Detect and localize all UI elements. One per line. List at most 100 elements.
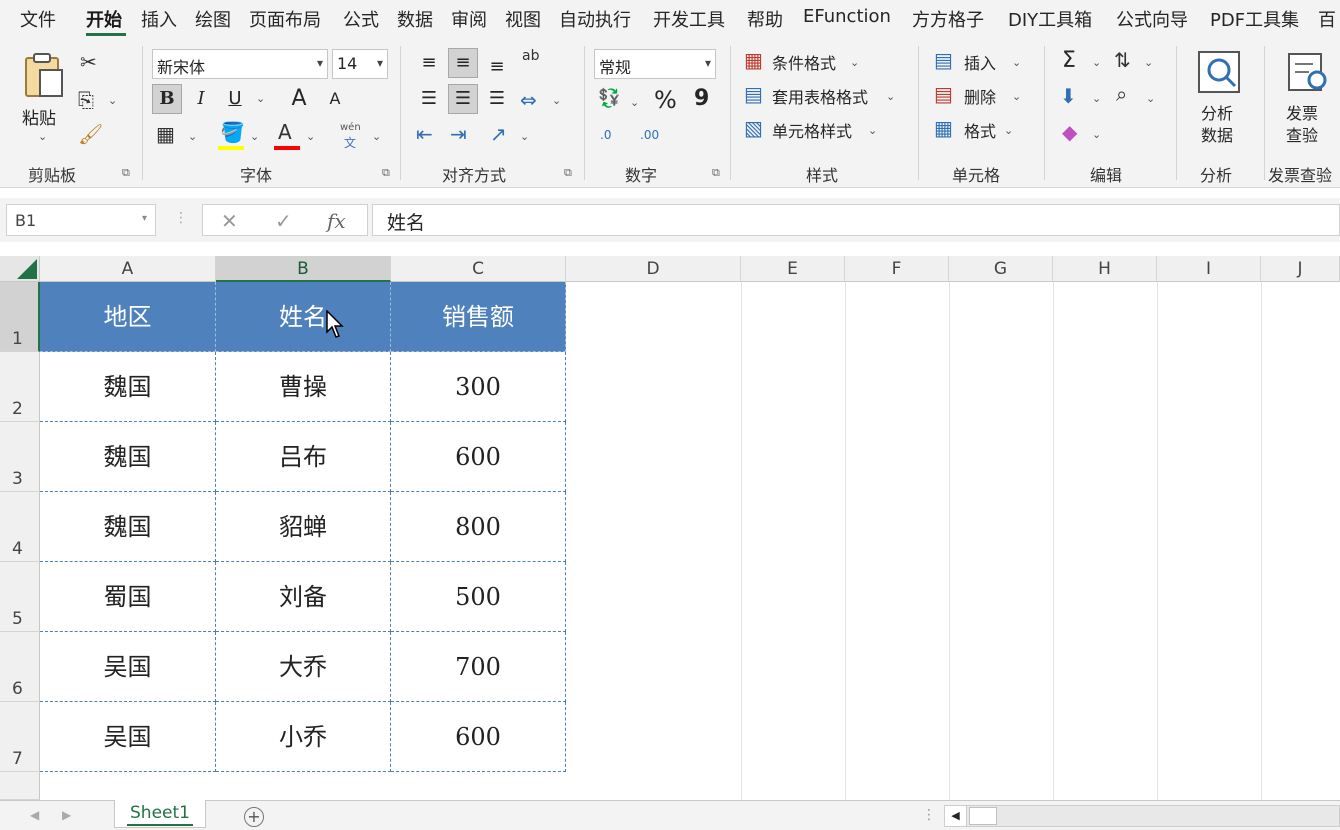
chevron-down-icon[interactable]: ⌄ (108, 94, 117, 107)
prev-sheet-icon[interactable]: ◀ (30, 808, 39, 822)
tab-home[interactable]: 开始 (86, 6, 122, 32)
align-bottom-icon[interactable]: ≡ (482, 52, 512, 82)
bold-button[interactable]: B (152, 84, 182, 114)
conditional-format-button[interactable]: 条件格式 (772, 50, 836, 74)
chevron-down-icon[interactable]: ⌄ (1146, 92, 1155, 105)
table-cell[interactable]: 500 (391, 562, 566, 632)
italic-button[interactable]: I (186, 84, 216, 114)
column-header-i[interactable]: I (1157, 256, 1261, 282)
paste-button[interactable]: 粘贴 ⌄ (18, 50, 68, 150)
tab-page-layout[interactable]: 页面布局 (249, 6, 321, 32)
orientation-icon[interactable]: ↗ (490, 124, 507, 144)
align-right-icon[interactable]: ☰ (482, 84, 512, 114)
currency-icon[interactable]: 💱 (598, 90, 620, 108)
tab-more[interactable]: 百 (1318, 6, 1336, 32)
chevron-down-icon[interactable]: ⌄ (520, 130, 529, 143)
shrink-font-button[interactable]: A (320, 84, 350, 114)
decrease-indent-icon[interactable]: ⇤ (416, 124, 433, 144)
tab-view[interactable]: 视图 (505, 6, 541, 32)
comma-style-button[interactable]: 9 (694, 86, 709, 111)
tab-file[interactable]: 文件 (20, 6, 56, 32)
invoice-check-button[interactable]: 发票 查验 (1280, 48, 1334, 148)
sheet-tab-sheet1[interactable]: Sheet1 (114, 800, 206, 828)
number-format-select[interactable]: 常规 ▾ (594, 49, 716, 79)
phonetic-glyph[interactable]: 文 (344, 134, 356, 151)
chevron-down-icon[interactable]: ⌄ (256, 92, 265, 105)
column-header-j[interactable]: J (1261, 256, 1340, 282)
tab-automate[interactable]: 自动执行 (559, 6, 631, 32)
next-sheet-icon[interactable]: ▶ (62, 808, 71, 822)
tab-draw[interactable]: 绘图 (195, 6, 231, 32)
table-cell[interactable]: 600 (391, 422, 566, 492)
chevron-down-icon[interactable]: ⌄ (1092, 56, 1101, 69)
cut-icon[interactable]: ✂ (80, 52, 97, 72)
chevron-down-icon[interactable]: ⌄ (250, 130, 259, 143)
font-name-select[interactable]: 新宋体 ▾ (152, 49, 328, 79)
analyze-data-button[interactable]: 分析 数据 (1192, 48, 1246, 148)
formula-input[interactable]: 姓名 (372, 204, 1340, 236)
font-size-select[interactable]: 14 ▾ (332, 49, 388, 79)
table-cell[interactable]: 吴国 (40, 632, 216, 702)
wrap-text-button[interactable]: ab (522, 48, 539, 64)
name-box[interactable]: B1 ▾ (6, 204, 156, 236)
table-cell[interactable]: 魏国 (40, 492, 216, 562)
cancel-icon[interactable]: ✕ (221, 209, 238, 233)
chevron-down-icon[interactable]: ⌄ (1144, 56, 1153, 69)
splitter-handle-icon[interactable]: ⋮ (922, 807, 936, 823)
align-center-icon[interactable]: ☰ (448, 84, 478, 114)
column-header-b[interactable]: B (216, 256, 391, 282)
column-header-e[interactable]: E (741, 256, 845, 282)
tab-formula-wizard[interactable]: 公式向导 (1116, 6, 1188, 32)
decrease-decimal-button[interactable]: .00 (640, 128, 659, 142)
table-cell[interactable]: 魏国 (40, 422, 216, 492)
cell-a1[interactable]: 地区 (40, 282, 216, 352)
add-sheet-button[interactable]: + (244, 807, 264, 827)
insert-function-button[interactable]: fx (327, 209, 346, 233)
merge-center-icon[interactable]: ⇔ (520, 90, 537, 110)
font-color-button[interactable]: A (278, 122, 292, 142)
align-middle-icon[interactable]: ≡ (448, 48, 478, 78)
dialog-launcher-icon[interactable]: ⧉ (712, 166, 720, 180)
row-header-4[interactable]: 4 (0, 492, 40, 562)
table-cell[interactable]: 曹操 (216, 352, 391, 422)
tab-diy-toolbox[interactable]: DIY工具箱 (1008, 6, 1092, 32)
select-all-button[interactable] (0, 256, 40, 282)
table-cell[interactable]: 貂蝉 (216, 492, 391, 562)
row-header-2[interactable]: 2 (0, 352, 40, 422)
table-cell[interactable]: 300 (391, 352, 566, 422)
increase-indent-icon[interactable]: ⇥ (450, 124, 467, 144)
autosum-button[interactable]: Σ (1062, 48, 1076, 73)
column-header-h[interactable]: H (1053, 256, 1157, 282)
column-header-f[interactable]: F (845, 256, 949, 282)
table-cell[interactable]: 800 (391, 492, 566, 562)
table-cell[interactable]: 蜀国 (40, 562, 216, 632)
scrollbar-thumb[interactable] (969, 807, 997, 825)
format-cells-button[interactable]: 格式 (964, 118, 996, 142)
chevron-down-icon[interactable]: ⌄ (850, 56, 859, 69)
borders-icon[interactable]: ▦ (156, 124, 175, 144)
table-cell[interactable]: 600 (391, 702, 566, 772)
cell-styles-button[interactable]: 单元格样式 (772, 118, 852, 142)
table-cell[interactable]: 刘备 (216, 562, 391, 632)
enter-icon[interactable]: ✓ (275, 209, 292, 233)
chevron-down-icon[interactable]: ⌄ (630, 96, 639, 109)
phonetic-label[interactable]: wén (340, 122, 361, 133)
row-header-8[interactable] (0, 772, 40, 800)
dialog-launcher-icon[interactable]: ⧉ (122, 166, 130, 180)
table-cell[interactable]: 700 (391, 632, 566, 702)
percent-button[interactable]: % (654, 86, 677, 114)
tab-efunction[interactable]: EFunction (803, 6, 891, 27)
scroll-left-icon[interactable]: ◀ (945, 806, 967, 826)
tab-pdf-tools[interactable]: PDF工具集 (1210, 6, 1299, 32)
table-cell[interactable]: 小乔 (216, 702, 391, 772)
table-cell[interactable]: 大乔 (216, 632, 391, 702)
find-select-icon[interactable]: ⌕ (1116, 84, 1127, 104)
chevron-down-icon[interactable]: ⌄ (1012, 56, 1021, 69)
drag-handle-icon[interactable]: ⋮ (174, 210, 188, 226)
row-header-5[interactable]: 5 (0, 562, 40, 632)
tab-data[interactable]: 数据 (397, 6, 433, 32)
table-cell[interactable]: 吴国 (40, 702, 216, 772)
chevron-down-icon[interactable]: ⌄ (552, 94, 561, 107)
table-cell[interactable]: 魏国 (40, 352, 216, 422)
increase-decimal-button[interactable]: .0 (600, 128, 611, 142)
